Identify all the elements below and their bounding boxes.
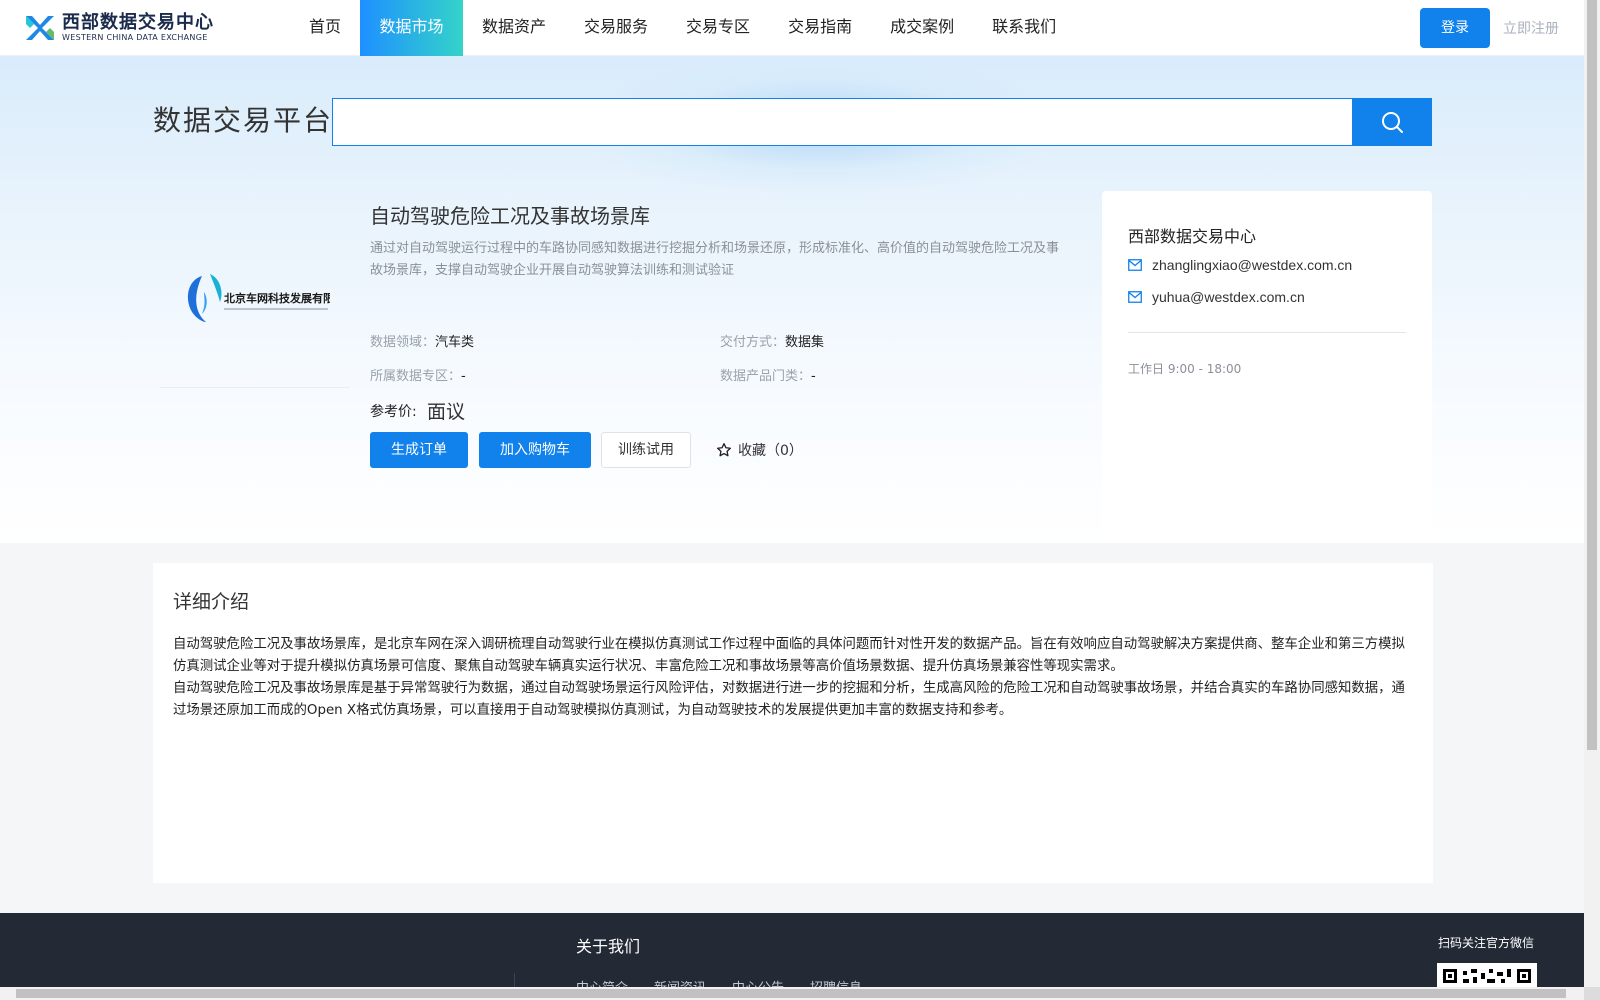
logo-name-en: WESTERN CHINA DATA EXCHANGE [62, 33, 208, 42]
detail-paragraph: 自动驾驶危险工况及事故场景库是基于异常驾驶行为数据，通过自动驾驶场景运行风险评估… [173, 681, 1405, 718]
horizontal-scrollbar[interactable] [0, 987, 1584, 1000]
footer-divider [514, 973, 515, 987]
detail-title: 详细介绍 [173, 591, 250, 613]
logo-mark-icon [24, 12, 56, 44]
platform-title: 数据交易平台 [153, 104, 334, 137]
detail-card: 详细介绍 自动驾驶危险工况及事故场景库，是北京车网在深入调研梳理自动驾驶行业在模… [153, 563, 1433, 883]
site-footer: 关于我们 中心简介 新闻资讯 中心公告 招聘信息 扫码关注官方微信 [0, 913, 1584, 987]
nav-item-trade-zone[interactable]: 交易专区 [667, 0, 769, 56]
price-value: 面议 [427, 401, 466, 423]
nav-item-contact[interactable]: 联系我们 [973, 0, 1075, 56]
nav-item-cases[interactable]: 成交案例 [871, 0, 973, 56]
attr-zone: 所属数据专区：- [370, 365, 466, 384]
star-icon [717, 443, 731, 457]
contact-name: 西部数据交易中心 [1128, 227, 1257, 246]
contact-email-text: yuhua@westdex.com.cn [1152, 289, 1305, 305]
attr-domain: 数据领域：汽车类 [370, 331, 474, 350]
detail-body: 自动驾驶危险工况及事故场景库，是北京车网在深入调研梳理自动驾驶行业在模拟仿真测试… [173, 634, 1409, 722]
main-nav: 首页 数据市场 数据资产 交易服务 交易专区 交易指南 成交案例 联系我们 [290, 0, 1075, 56]
footer-link-intro[interactable]: 中心简介 [576, 977, 628, 987]
attr-delivery-key: 交付方式： [720, 335, 786, 350]
site-logo[interactable]: 西部数据交易中心 WESTERN CHINA DATA EXCHANGE [24, 12, 214, 44]
provider-logo-text: 北京车网科技发展有限公司 [224, 291, 330, 305]
provider-logo-image: 北京车网科技发展有限公司 [187, 273, 330, 322]
logo-name-cn: 西部数据交易中心 [62, 12, 214, 33]
product-title: 自动驾驶危险工况及事故场景库 [370, 204, 650, 228]
nav-item-home[interactable]: 首页 [290, 0, 360, 56]
footer-about-title: 关于我们 [576, 937, 641, 956]
vertical-scrollbar[interactable] [1584, 0, 1600, 987]
attr-delivery: 交付方式：数据集 [720, 331, 824, 350]
vertical-scroll-thumb[interactable] [1587, 0, 1597, 750]
detail-paragraph: 自动驾驶危险工况及事故场景库，是北京车网在深入调研梳理自动驾驶行业在模拟仿真测试… [173, 637, 1405, 674]
attr-category: 数据产品门类：- [720, 365, 816, 384]
attr-domain-key: 数据领域： [370, 335, 436, 350]
generate-order-button[interactable]: 生成订单 [370, 432, 468, 468]
attr-category-key: 数据产品门类： [720, 369, 812, 384]
nav-item-trade-guide[interactable]: 交易指南 [769, 0, 871, 56]
footer-links: 中心简介 新闻资讯 中心公告 招聘信息 [576, 977, 888, 987]
contact-email-2[interactable]: yuhua@westdex.com.cn [1128, 289, 1305, 305]
qr-label: 扫码关注官方微信 [1438, 936, 1535, 950]
wechat-qr-code [1437, 963, 1537, 987]
product-description: 通过对自动驾驶运行过程中的车路协同感知数据进行挖掘分析和场景还原，形成标准化、高… [370, 241, 1060, 278]
nav-item-data-market[interactable]: 数据市场 [360, 0, 464, 56]
top-navbar: 西部数据交易中心 WESTERN CHINA DATA EXCHANGE 首页 … [0, 0, 1584, 56]
price-label: 参考价: [370, 404, 417, 420]
contact-card: 西部数据交易中心 zhanglingxiao@westdex.com.cn yu… [1102, 191, 1432, 536]
attr-category-value: - [811, 369, 816, 384]
trial-button[interactable]: 训练试用 [601, 432, 691, 468]
footer-link-news[interactable]: 新闻资讯 [654, 977, 706, 987]
nav-item-data-assets[interactable]: 数据资产 [463, 0, 565, 56]
add-to-cart-button[interactable]: 加入购物车 [479, 432, 591, 468]
favorite-count: （0） [766, 443, 803, 459]
contact-hours: 工作日 9:00 - 18:00 [1128, 362, 1242, 376]
login-button[interactable]: 登录 [1420, 8, 1490, 48]
contact-divider [1128, 332, 1406, 333]
attr-domain-value: 汽车类 [435, 335, 475, 350]
provider-logo: 北京车网科技发展有限公司 [160, 208, 350, 388]
horizontal-scroll-thumb[interactable] [16, 989, 1566, 998]
mail-icon [1128, 291, 1142, 303]
attr-zone-key: 所属数据专区： [370, 369, 462, 384]
footer-link-jobs[interactable]: 招聘信息 [810, 977, 862, 987]
contact-email-1[interactable]: zhanglingxiao@westdex.com.cn [1128, 257, 1352, 273]
scrollbar-corner [1584, 987, 1600, 1000]
search-input[interactable] [332, 98, 1354, 146]
footer-link-notices[interactable]: 中心公告 [732, 977, 784, 987]
search-icon [1382, 112, 1403, 133]
favorite-label: 收藏 [738, 443, 766, 459]
contact-email-text: zhanglingxiao@westdex.com.cn [1152, 257, 1353, 273]
search-button[interactable] [1352, 98, 1432, 146]
favorite-button[interactable]: 收藏 （0） [716, 440, 803, 460]
attr-delivery-value: 数据集 [785, 335, 825, 350]
qr-code-icon [1443, 969, 1531, 983]
nav-item-trade-services[interactable]: 交易服务 [565, 0, 667, 56]
mail-icon [1128, 259, 1142, 271]
register-link[interactable]: 立即注册 [1503, 18, 1559, 38]
attr-zone-value: - [461, 369, 466, 384]
